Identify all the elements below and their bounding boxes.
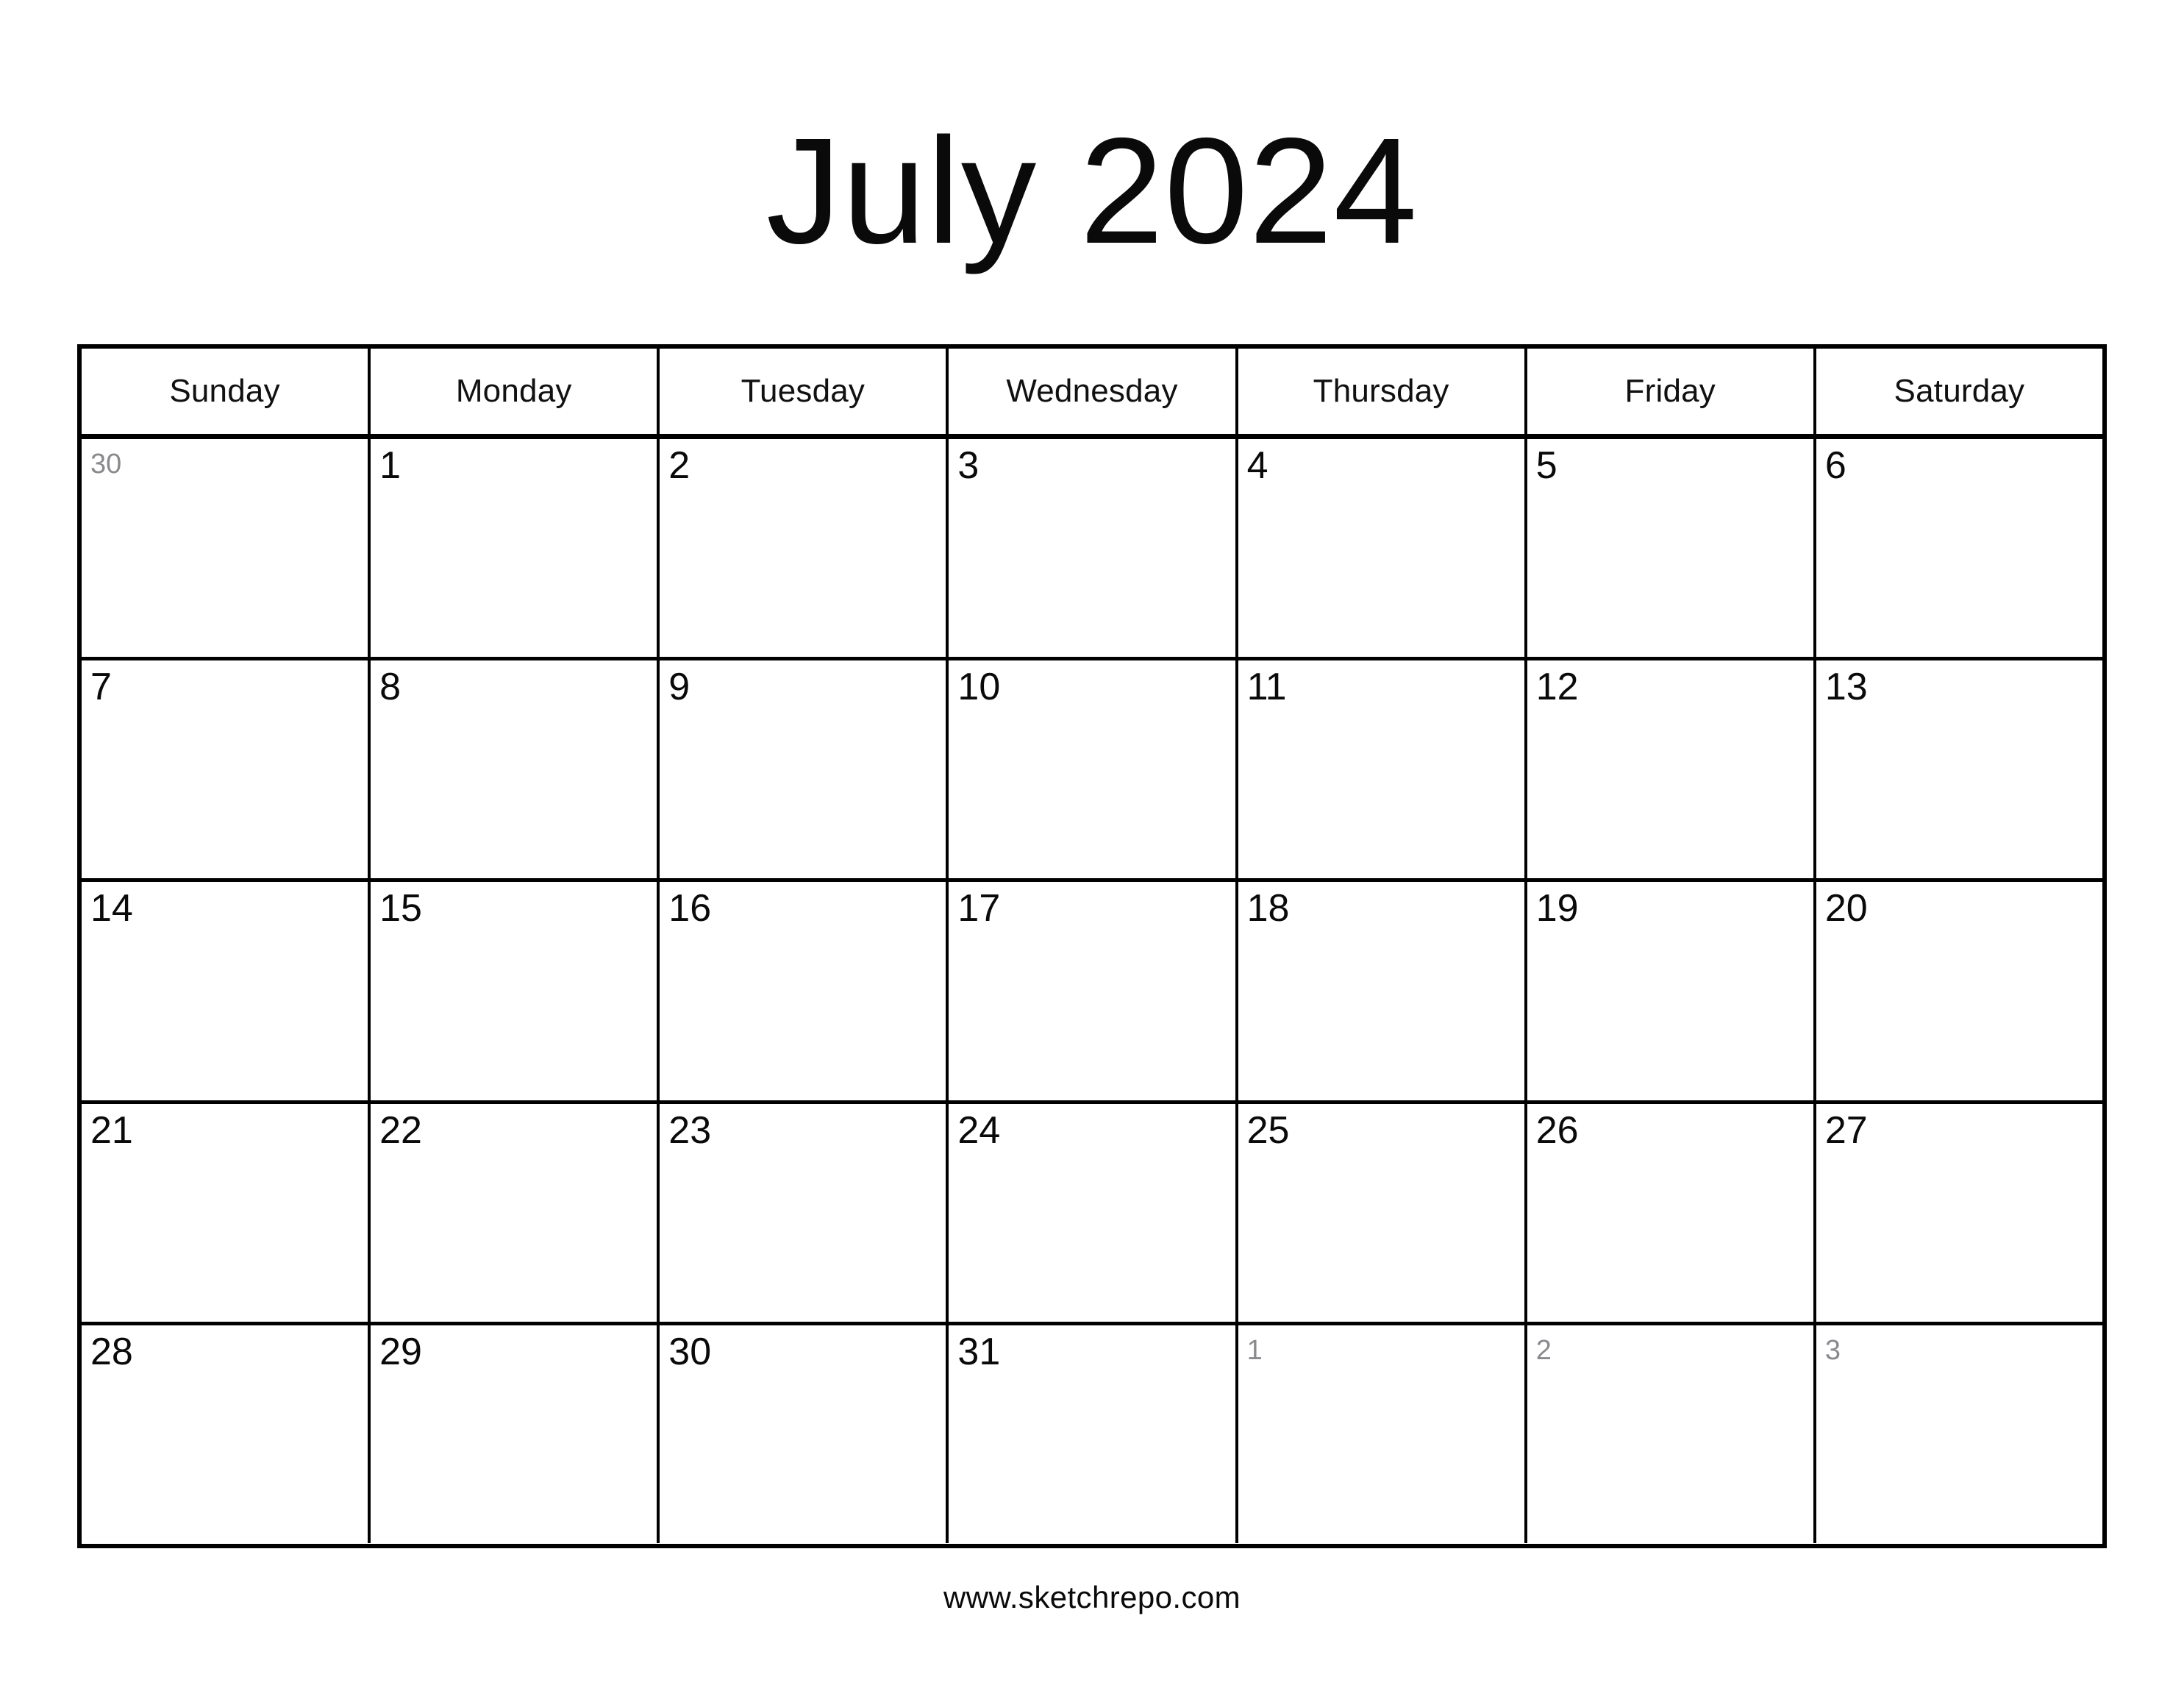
day-cell[interactable]: 1 [1238,1325,1527,1544]
day-cell[interactable]: 2 [660,439,949,658]
day-number: 20 [1824,887,1868,930]
weekday-label: Saturday [1894,373,2025,409]
day-number: 26 [1535,1108,1579,1152]
weekday-label: Thursday [1313,373,1449,409]
day-number: 6 [1824,444,1846,487]
weekday-label: Sunday [169,373,280,409]
day-number: 29 [379,1330,422,1373]
day-number: 3 [957,444,979,487]
day-number: 17 [957,887,1001,930]
day-number: 5 [1535,444,1557,487]
day-cell[interactable]: 7 [82,660,371,879]
day-number: 30 [90,449,122,480]
day-number: 25 [1246,1108,1290,1152]
day-number: 19 [1535,887,1579,930]
day-cell[interactable]: 27 [1816,1103,2102,1322]
day-number: 2 [668,444,690,487]
day-cell[interactable]: 30 [82,439,371,658]
weekday-header-thursday: Thursday [1238,349,1527,434]
day-cell[interactable]: 23 [660,1103,949,1322]
day-number: 1 [379,444,402,487]
day-number: 16 [668,887,712,930]
day-cell[interactable]: 22 [371,1103,660,1322]
day-cell[interactable]: 16 [660,882,949,1100]
day-cell[interactable]: 15 [371,882,660,1100]
calendar-page: July 2024 Sunday Monday Tuesday Wednesda… [0,0,2184,1688]
week-row: 21 22 23 24 25 26 27 [82,1103,2102,1325]
calendar-weeks: 30 1 2 3 4 5 6 7 8 9 10 11 12 13 14 15 1… [82,439,2102,1544]
day-number: 14 [90,887,133,930]
week-row: 30 1 2 3 4 5 6 [82,439,2102,661]
day-number: 11 [1246,666,1287,709]
day-cell[interactable]: 10 [949,660,1238,879]
day-number: 2 [1535,1334,1552,1366]
week-row: 14 15 16 17 18 19 20 [82,882,2102,1104]
page-title: July 2024 [766,107,1418,275]
weekday-header-sunday: Sunday [82,349,371,434]
day-cell[interactable]: 21 [82,1103,371,1322]
day-cell[interactable]: 18 [1238,882,1527,1100]
day-number: 24 [957,1108,1001,1152]
weekday-label: Tuesday [741,373,866,409]
day-number: 4 [1246,444,1268,487]
day-number: 30 [668,1330,712,1373]
day-number: 9 [668,666,690,709]
day-cell[interactable]: 3 [949,439,1238,658]
weekday-header-tuesday: Tuesday [660,349,949,434]
day-number: 13 [1824,666,1868,709]
day-cell[interactable]: 5 [1527,439,1816,658]
day-cell[interactable]: 28 [82,1325,371,1544]
day-cell[interactable]: 12 [1527,660,1816,879]
weekday-label: Monday [455,373,572,409]
footer-website: www.sketchrepo.com [943,1580,1241,1614]
day-number: 12 [1535,666,1579,709]
day-number: 27 [1824,1108,1868,1152]
day-number: 3 [1824,1334,1841,1366]
day-cell[interactable]: 30 [660,1325,949,1544]
day-number: 22 [379,1108,422,1152]
day-number: 15 [379,887,422,930]
day-number: 21 [90,1108,133,1152]
day-number: 18 [1246,887,1290,930]
weekday-header-saturday: Saturday [1816,349,2102,434]
day-cell[interactable]: 9 [660,660,949,879]
day-cell[interactable]: 4 [1238,439,1527,658]
day-cell[interactable]: 14 [82,882,371,1100]
weekday-header-wednesday: Wednesday [949,349,1238,434]
day-cell[interactable]: 29 [371,1325,660,1544]
day-cell[interactable]: 24 [949,1103,1238,1322]
day-cell[interactable]: 31 [949,1325,1238,1544]
day-cell[interactable]: 11 [1238,660,1527,879]
day-number: 28 [90,1330,133,1373]
day-number: 1 [1246,1334,1263,1366]
day-cell[interactable]: 26 [1527,1103,1816,1322]
week-row: 7 8 9 10 11 12 13 [82,660,2102,883]
weekday-header-friday: Friday [1527,349,1816,434]
day-number: 23 [668,1108,712,1152]
weekday-label: Friday [1624,373,1716,409]
weekday-header-monday: Monday [371,349,660,434]
week-row: 28 29 30 31 1 2 3 [82,1325,2102,1544]
day-cell[interactable]: 8 [371,660,660,879]
day-cell[interactable]: 2 [1527,1325,1816,1544]
day-cell[interactable]: 25 [1238,1103,1527,1322]
day-cell[interactable]: 17 [949,882,1238,1100]
day-number: 7 [90,666,112,709]
weekday-label: Wednesday [1006,373,1178,409]
day-cell[interactable]: 1 [371,439,660,658]
calendar-grid: Sunday Monday Tuesday Wednesday Thursday… [77,344,2107,1548]
day-cell[interactable]: 6 [1816,439,2102,658]
day-cell[interactable]: 20 [1816,882,2102,1100]
day-number: 10 [957,666,1001,709]
day-cell[interactable]: 3 [1816,1325,2102,1544]
day-cell[interactable]: 19 [1527,882,1816,1100]
weekday-header-row: Sunday Monday Tuesday Wednesday Thursday… [82,349,2102,439]
day-cell[interactable]: 13 [1816,660,2102,879]
day-number: 31 [957,1330,1001,1373]
day-number: 8 [379,666,402,709]
